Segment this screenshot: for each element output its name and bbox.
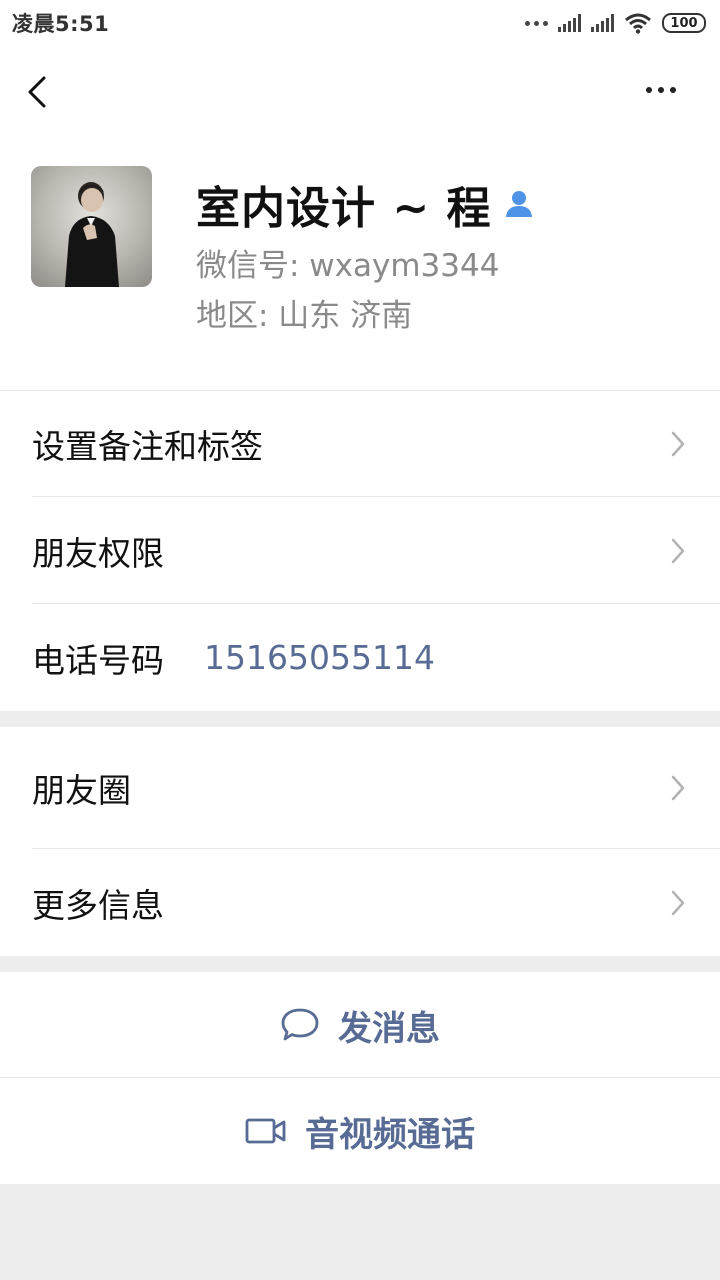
chevron-right-icon bbox=[671, 890, 685, 915]
more-info-row[interactable]: 更多信息 bbox=[0, 849, 720, 956]
back-arrow-icon bbox=[28, 76, 46, 108]
more-dot-icon bbox=[646, 87, 652, 93]
more-info-label: 更多信息 bbox=[32, 885, 164, 925]
notification-dots-icon bbox=[525, 20, 548, 26]
more-dot-icon bbox=[670, 87, 676, 93]
info-group: 设置备注和标签 朋友权限 电话号码 15165055114 bbox=[0, 390, 720, 711]
wechat-id: 微信号: wxaym3344 bbox=[196, 248, 500, 284]
actions-group: 发消息 音视频通话 bbox=[0, 972, 720, 1184]
phone-number-link[interactable]: 15165055114 bbox=[204, 638, 435, 677]
av-call-button[interactable]: 音视频通话 bbox=[0, 1078, 720, 1184]
more-options-button[interactable] bbox=[646, 82, 686, 98]
contact-person-icon bbox=[505, 191, 532, 217]
chevron-right-icon bbox=[671, 538, 685, 563]
back-button[interactable] bbox=[22, 72, 54, 112]
friend-permissions-row[interactable]: 朋友权限 bbox=[0, 497, 720, 604]
profile-header: 室内设计 ~ 程 微信号: wxaym3344 地区: 山东 济南 bbox=[0, 136, 720, 390]
remark-tags-row[interactable]: 设置备注和标签 bbox=[0, 390, 720, 497]
chevron-right-icon bbox=[671, 431, 685, 456]
more-dot-icon bbox=[658, 87, 664, 93]
signal-icon-2 bbox=[591, 14, 614, 32]
region: 地区: 山东 济南 bbox=[196, 298, 413, 334]
avatar[interactable] bbox=[31, 166, 152, 287]
moments-label: 朋友圈 bbox=[32, 771, 131, 810]
phone-label: 电话号码 bbox=[32, 640, 164, 680]
chevron-right-icon bbox=[671, 775, 685, 801]
battery-indicator: 100 bbox=[662, 13, 706, 33]
video-camera-icon bbox=[245, 1118, 286, 1144]
av-call-label: 音视频通话 bbox=[305, 1114, 475, 1155]
avatar-photo bbox=[65, 182, 119, 287]
name-row: 室内设计 ~ 程 bbox=[196, 172, 534, 236]
signal-icon-1 bbox=[558, 14, 581, 32]
send-message-label: 发消息 bbox=[338, 1008, 440, 1049]
chat-bubble-icon bbox=[281, 1008, 319, 1041]
wifi-icon bbox=[625, 13, 651, 34]
remark-tags-label: 设置备注和标签 bbox=[32, 426, 263, 466]
top-nav-bar bbox=[0, 46, 720, 136]
status-time: 凌晨5:51 bbox=[12, 12, 110, 36]
contact-name: 室内设计 ~ 程 bbox=[196, 183, 492, 234]
social-group: 朋友圈 更多信息 bbox=[0, 727, 720, 956]
status-icons: 100 bbox=[525, 12, 706, 34]
phone-row: 电话号码 15165055114 bbox=[0, 604, 720, 711]
moments-row[interactable]: 朋友圈 bbox=[0, 727, 720, 849]
send-message-button[interactable]: 发消息 bbox=[0, 972, 720, 1078]
status-bar: 凌晨5:51 100 bbox=[0, 0, 720, 46]
contact-profile-screen: 凌晨5:51 100 室内设计 ~ 程 微信号: wxaym3344 地区: 山… bbox=[0, 0, 720, 1280]
friend-permissions-label: 朋友权限 bbox=[32, 533, 164, 573]
